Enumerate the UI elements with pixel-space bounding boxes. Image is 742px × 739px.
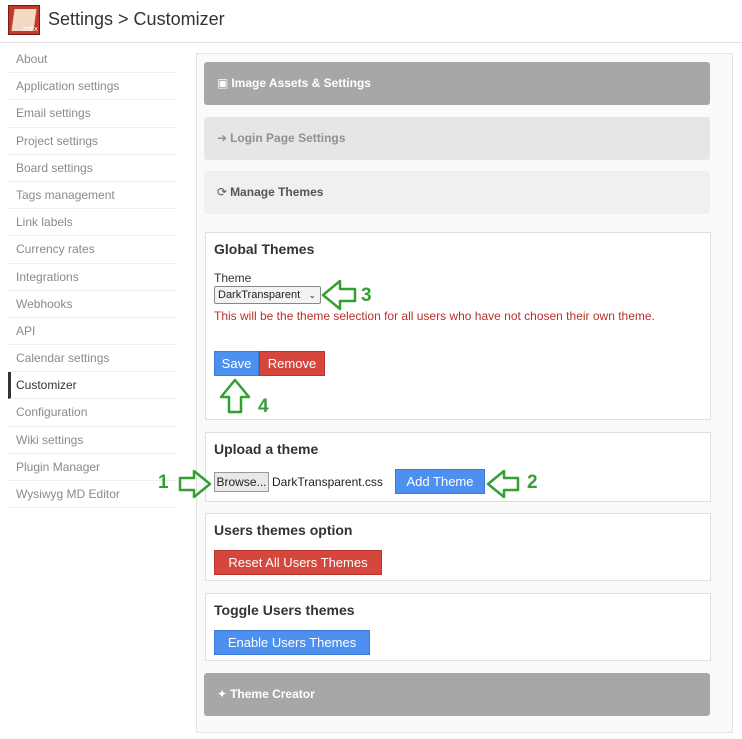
sidebar-item-link-labels[interactable]: Link labels — [8, 209, 176, 237]
manage-themes-section-header[interactable]: ⟳ Manage Themes — [204, 171, 710, 214]
sidebar-item-email-settings[interactable]: Email settings — [8, 100, 176, 128]
theme-creator-section-header[interactable]: ✦ Theme Creator — [204, 673, 710, 716]
annotation-arrow-up-icon — [219, 378, 251, 414]
app-logo-icon[interactable]: mFx — [8, 5, 40, 35]
sidebar-item-integrations[interactable]: Integrations — [8, 264, 176, 291]
sidebar-item-wysiwyg-md-editor[interactable]: Wysiwyg MD Editor — [8, 481, 176, 509]
theme-warning-text: This will be the theme selection for all… — [214, 309, 655, 323]
sidebar-item-plugin-manager[interactable]: Plugin Manager — [8, 454, 176, 481]
annotation-number-3: 3 — [361, 285, 372, 306]
sidebar-item-currency-rates[interactable]: Currency rates — [8, 236, 176, 264]
toggle-users-themes-box: Toggle Users themes Enable Users Themes — [205, 593, 711, 661]
image-assets-label: Image Assets & Settings — [231, 76, 371, 90]
add-theme-button[interactable]: Add Theme — [395, 469, 485, 494]
settings-sidebar: About Application settings Email setting… — [8, 46, 176, 509]
customizer-panel: ▣ Image Assets & Settings ➜ Login Page Set… — [196, 53, 733, 733]
login-page-label: Login Page Settings — [230, 131, 346, 145]
global-themes-box: Global Themes Theme DarkTransparent ⌄ Th… — [205, 232, 711, 420]
sidebar-item-customizer[interactable]: Customizer — [8, 372, 176, 400]
theme-creator-label: Theme Creator — [230, 687, 315, 701]
image-icon: ▣ — [217, 76, 229, 90]
annotation-arrow-left-icon — [486, 469, 520, 499]
manage-themes-label: Manage Themes — [230, 185, 324, 199]
image-assets-section-header[interactable]: ▣ Image Assets & Settings — [204, 62, 710, 105]
theme-select[interactable]: DarkTransparent ⌄ — [214, 286, 321, 304]
selected-file-name: DarkTransparent.css — [272, 475, 383, 489]
save-button[interactable]: Save — [214, 351, 259, 376]
sidebar-item-configuration[interactable]: Configuration — [8, 399, 176, 427]
annotation-number-1: 1 — [158, 472, 169, 493]
upload-theme-box: Upload a theme Browse... DarkTransparent… — [205, 432, 711, 502]
page-title: Settings > Customizer — [48, 9, 225, 29]
enable-users-themes-button[interactable]: Enable Users Themes — [214, 630, 370, 655]
annotation-number-4: 4 — [258, 396, 269, 417]
login-page-section-header[interactable]: ➜ Login Page Settings — [204, 117, 710, 160]
magic-wand-icon: ✦ — [217, 687, 228, 701]
sidebar-item-api[interactable]: API — [8, 318, 176, 346]
users-themes-option-heading: Users themes option — [214, 522, 353, 538]
refresh-icon: ⟳ — [217, 185, 228, 199]
sidebar-item-application-settings[interactable]: Application settings — [8, 73, 176, 101]
users-themes-option-box: Users themes option Reset All Users Them… — [205, 513, 711, 581]
sidebar-item-project-settings[interactable]: Project settings — [8, 128, 176, 155]
chevron-down-icon: ⌄ — [308, 290, 316, 300]
sidebar-item-wiki-settings[interactable]: Wiki settings — [8, 427, 176, 454]
sign-in-icon: ➜ — [217, 131, 228, 145]
global-themes-heading: Global Themes — [214, 241, 315, 257]
top-bar: mFx Settings > Customizer — [0, 0, 742, 43]
sidebar-item-webhooks[interactable]: Webhooks — [8, 291, 176, 318]
sidebar-item-calendar-settings[interactable]: Calendar settings — [8, 345, 176, 373]
toggle-users-themes-heading: Toggle Users themes — [214, 602, 355, 618]
sidebar-item-tags-management[interactable]: Tags management — [8, 182, 176, 210]
reset-all-users-themes-button[interactable]: Reset All Users Themes — [214, 550, 382, 575]
browse-button[interactable]: Browse... — [214, 472, 269, 492]
theme-select-value: DarkTransparent — [218, 289, 301, 301]
annotation-arrow-left-icon — [321, 279, 357, 311]
theme-label: Theme — [214, 271, 252, 285]
annotation-arrow-right-icon — [178, 469, 212, 499]
annotation-number-2: 2 — [527, 472, 538, 493]
sidebar-item-board-settings[interactable]: Board settings — [8, 155, 176, 182]
sidebar-item-about[interactable]: About — [8, 46, 176, 74]
remove-button[interactable]: Remove — [259, 351, 325, 376]
upload-theme-heading: Upload a theme — [214, 441, 319, 457]
